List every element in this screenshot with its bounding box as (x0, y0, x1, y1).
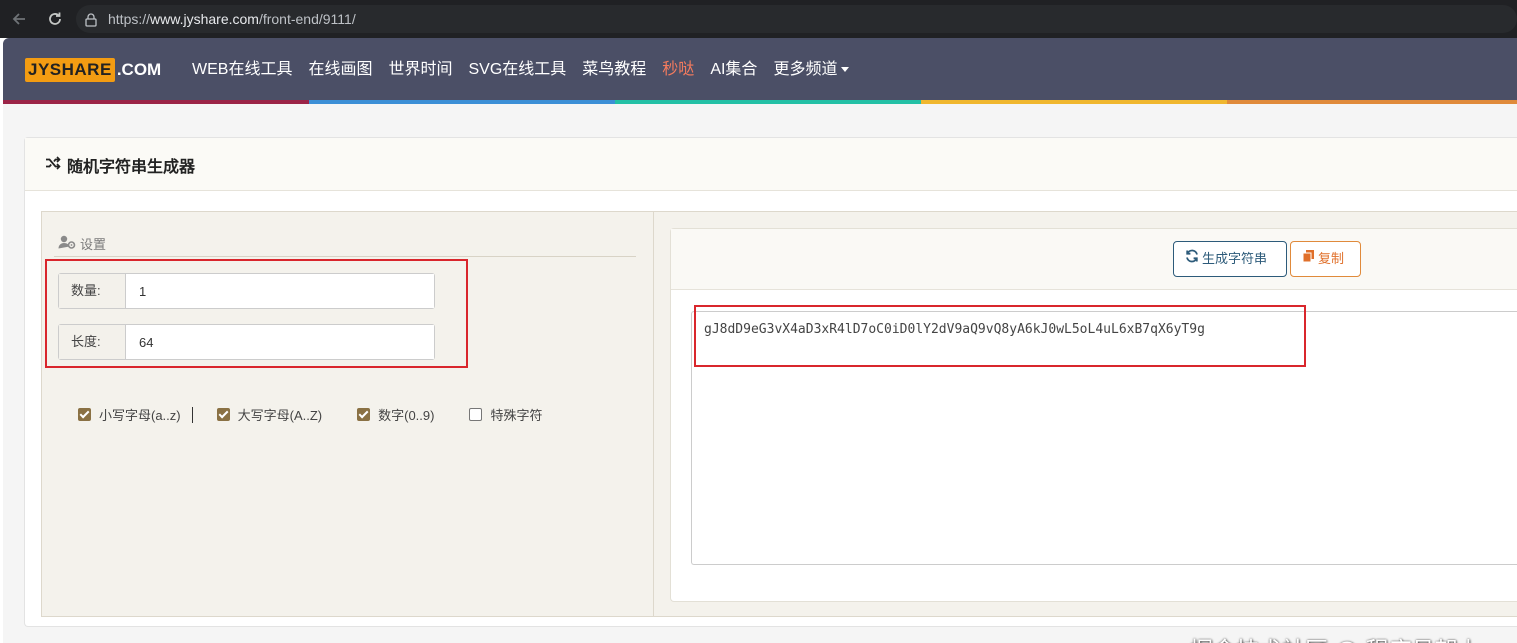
copy-button-label: 复制 (1318, 251, 1345, 266)
settings-panel: 设置 数量: 长度: 小写字母(a..z) 大写字母(A.. (41, 211, 654, 617)
settings-heading-text: 设置 (80, 237, 107, 252)
site-info-icon[interactable] (85, 12, 97, 27)
url-text: https://www.jyshare.com/front-end/9111/ (108, 11, 356, 27)
menu-world-time[interactable]: 世界时间 (388, 58, 452, 82)
text-cursor (191, 406, 193, 423)
user-gear-icon (58, 235, 76, 252)
option-lowercase-label: 小写字母(a..z) (99, 408, 181, 423)
menu-more-label: 更多频道 (773, 61, 838, 78)
output-panel: 生成字符串 复制 gJ8dD9eG3vX4aD3xR4lD7oC0iD0lY2d… (654, 211, 1517, 617)
annotation-box-settings (45, 259, 468, 368)
output-toolbar: 生成字符串 复制 (671, 229, 1517, 290)
url-host: www.jyshare.com (150, 11, 259, 27)
checkbox-checked-icon (216, 408, 230, 421)
color-stripe (3, 100, 1517, 104)
menu-miaoda[interactable]: 秒哒 (662, 58, 694, 82)
settings-heading: 设置 (58, 234, 106, 253)
annotation-box-output (694, 305, 1306, 367)
output-card: 生成字符串 复制 gJ8dD9eG3vX4aD3xR4lD7oC0iD0lY2d… (670, 228, 1517, 602)
main-menu: WEB在线工具 在线画图 世界时间 SVG在线工具 菜鸟教程 秒哒 AI集合 更… (192, 58, 850, 82)
checkbox-checked-icon (78, 408, 91, 421)
address-bar[interactable]: https://www.jyshare.com/front-end/9111/ (76, 5, 1517, 33)
site-logo[interactable]: JYSHARE .COM (25, 58, 161, 82)
back-icon[interactable] (9, 9, 29, 29)
generate-button-label: 生成字符串 (1202, 251, 1268, 266)
refresh-icon (1185, 242, 1199, 276)
checkbox-unchecked-icon (469, 408, 483, 421)
generate-button[interactable]: 生成字符串 (1173, 241, 1287, 277)
logo-main: JYSHARE (25, 58, 115, 82)
checkbox-checked-icon (357, 408, 371, 421)
top-navbar: JYSHARE .COM WEB在线工具 在线画图 世界时间 SVG在线工具 菜鸟… (3, 38, 1517, 100)
option-special[interactable]: 特殊字符 (469, 405, 542, 424)
option-digits-label: 数字(0..9) (378, 408, 435, 423)
dropdown-caret-icon (841, 67, 850, 73)
url-path: /front-end/9111/ (258, 11, 356, 27)
browser-toolbar: https://www.jyshare.com/front-end/9111/ (0, 0, 1517, 38)
tool-card: 随机字符串生成器 设置 数量: 长度: (24, 137, 1517, 627)
page-title-text: 随机字符串生成器 (67, 159, 196, 176)
menu-svg-tools[interactable]: SVG在线工具 (468, 58, 566, 82)
character-options: 小写字母(a..z) 大写字母(A..Z) 数字(0..9) 特殊字符 (78, 405, 542, 424)
menu-web-tools[interactable]: WEB在线工具 (192, 58, 292, 82)
shuffle-icon (45, 155, 61, 175)
option-uppercase-label: 大写字母(A..Z) (237, 408, 323, 423)
menu-runoob-tutorial[interactable]: 菜鸟教程 (582, 58, 646, 82)
watermark-text: 掘金技术社区 @ 程序员朝上 (1190, 631, 1481, 643)
divider (54, 256, 636, 257)
option-digits[interactable]: 数字(0..9) (357, 405, 434, 424)
page-title: 随机字符串生成器 (45, 153, 195, 177)
url-prefix: https:// (108, 11, 151, 27)
copy-button[interactable]: 复制 (1290, 241, 1361, 277)
option-special-label: 特殊字符 (490, 408, 543, 423)
menu-more-channels[interactable]: 更多频道 (773, 58, 850, 82)
logo-suffix: .COM (116, 60, 162, 79)
option-lowercase[interactable]: 小写字母(a..z) (78, 405, 181, 424)
website: JYSHARE .COM WEB在线工具 在线画图 世界时间 SVG在线工具 菜鸟… (3, 38, 1517, 643)
menu-ai-collection[interactable]: AI集合 (710, 58, 757, 82)
menu-online-drawing[interactable]: 在线画图 (308, 58, 372, 82)
card-header: 随机字符串生成器 (25, 138, 1517, 191)
reload-icon[interactable] (45, 9, 65, 29)
copy-icon (1302, 242, 1315, 276)
option-uppercase[interactable]: 大写字母(A..Z) (216, 405, 323, 424)
